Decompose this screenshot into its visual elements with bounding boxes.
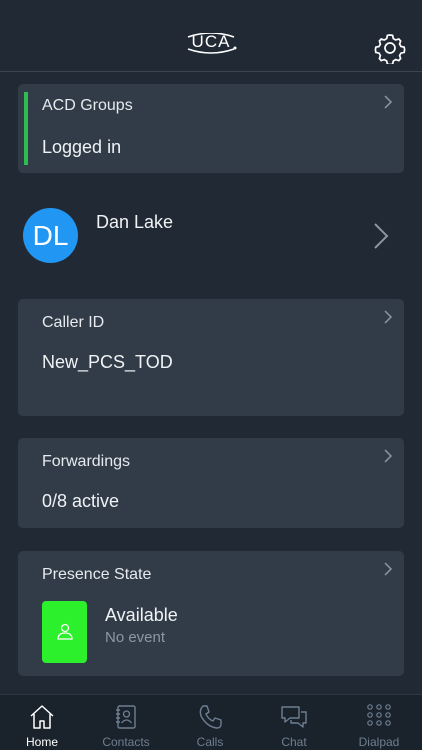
tab-label: Chat [281, 735, 307, 749]
presence-indicator [42, 601, 87, 663]
chevron-right-icon [384, 562, 393, 576]
dialpad-icon [367, 704, 391, 726]
forwardings-value: 0/8 active [42, 491, 120, 511]
uca-logo: UCA [187, 33, 237, 54]
presence-event: No event [105, 629, 166, 646]
phone-icon [199, 705, 222, 729]
tab-label: Calls [196, 735, 224, 749]
tab-home[interactable]: Home [0, 695, 84, 750]
presence-state-value: Available [105, 605, 178, 625]
presence-state-card[interactable]: Presence State Available No event [18, 551, 404, 676]
tab-chat[interactable]: Chat [252, 695, 336, 750]
acd-groups-title: ACD Groups [42, 97, 133, 114]
caller-id-card[interactable]: Caller ID New_PCS_TOD [18, 299, 404, 416]
caller-id-title: Caller ID [42, 314, 105, 331]
tab-dialpad[interactable]: Dialpad [337, 695, 421, 750]
avatar: DL [23, 208, 78, 263]
tab-label: Contacts [102, 735, 150, 749]
presence-state-title: Presence State [42, 566, 152, 583]
contacts-icon [116, 705, 136, 729]
tab-label: Home [25, 735, 58, 749]
tab-calls[interactable]: Calls [168, 695, 252, 750]
chevron-right-icon [384, 95, 393, 109]
caller-id-value: New_PCS_TOD [42, 352, 173, 372]
tab-contacts[interactable]: Contacts [84, 695, 168, 750]
user-profile-row[interactable]: DL Dan Lake [0, 196, 422, 276]
chevron-right-icon [384, 449, 393, 463]
acd-groups-card[interactable]: ACD Groups Logged in [18, 84, 404, 173]
person-icon [57, 623, 73, 640]
acd-status: Logged in [42, 137, 122, 157]
chevron-right-icon [374, 223, 389, 249]
app-header: UCA [0, 0, 422, 72]
svg-text:UCA: UCA [192, 33, 231, 51]
forwardings-card[interactable]: Forwardings 0/8 active [18, 438, 404, 528]
gear-icon[interactable] [374, 32, 406, 64]
chevron-right-icon [384, 310, 393, 324]
tab-label: Dialpad [358, 735, 400, 749]
forwardings-title: Forwardings [42, 453, 131, 470]
tab-bar: Home Contacts Calls Chat Dialpad [0, 694, 422, 750]
acd-status-indicator [24, 92, 28, 165]
user-name: Dan Lake [96, 212, 174, 232]
home-icon [30, 705, 54, 729]
chat-icon [281, 706, 307, 728]
